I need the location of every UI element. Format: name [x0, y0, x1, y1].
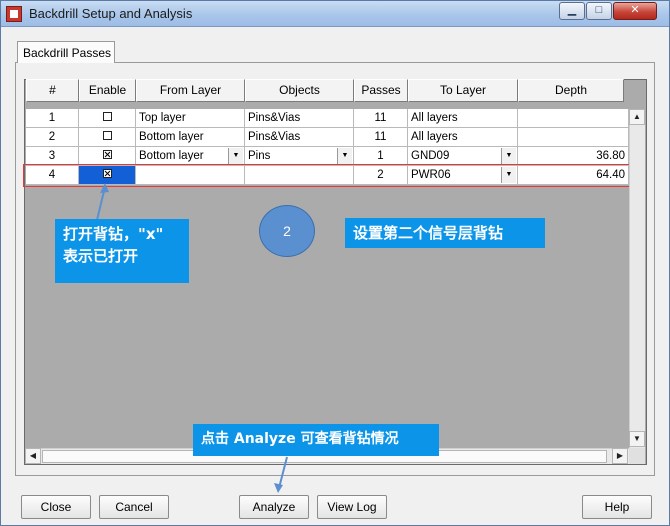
- note-analyze: 点击 Analyze 可查看背钻情况: [193, 424, 439, 456]
- note-enable-line1: 打开背钻，"x": [63, 225, 164, 243]
- arrow-to-analyze: [278, 456, 288, 489]
- backdrill-window: Backdrill Setup and Analysis ▁ □ ✕ Backd…: [0, 0, 670, 526]
- arrow-head-enable: [100, 183, 109, 193]
- help-button[interactable]: Help: [582, 495, 652, 519]
- close-button[interactable]: Close: [21, 495, 91, 519]
- analyze-button[interactable]: Analyze: [239, 495, 309, 519]
- step-circle: 2: [259, 205, 315, 257]
- view-log-button[interactable]: View Log: [317, 495, 387, 519]
- note-enable-line2: 表示已打开: [63, 247, 139, 265]
- cancel-button[interactable]: Cancel: [99, 495, 169, 519]
- arrow-head-analyze: [274, 483, 283, 493]
- note-second-layer: 设置第二个信号层背钻: [345, 218, 545, 248]
- note-enable: 打开背钻，"x" 表示已打开: [55, 219, 189, 283]
